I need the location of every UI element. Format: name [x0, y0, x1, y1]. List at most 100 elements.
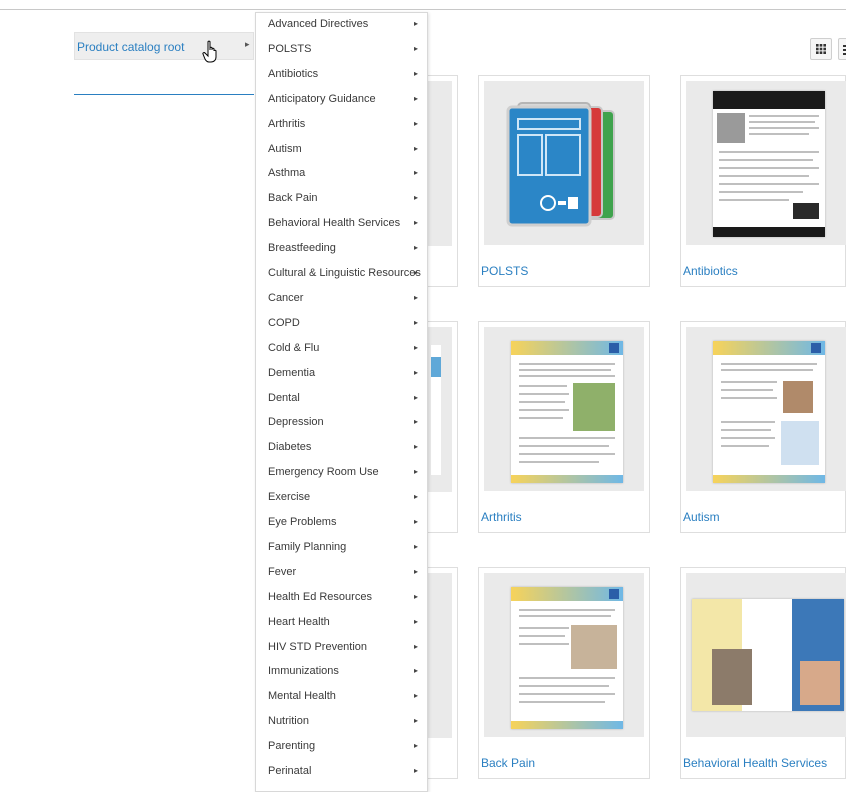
- menu-item-fever[interactable]: Fever ▸: [256, 561, 427, 585]
- caret-right-icon: ▸: [414, 517, 419, 526]
- flyer-image: [511, 587, 623, 729]
- product-thumbnail: [686, 327, 846, 491]
- menu-item-advanced-directives[interactable]: Advanced Directives ▸: [256, 13, 427, 37]
- menu-item-label: Immunizations: [268, 665, 339, 678]
- menu-item-label: Parenting: [268, 740, 316, 753]
- menu-item-label: Exercise: [268, 491, 311, 504]
- menu-item-immunizations[interactable]: Immunizations ▸: [256, 660, 427, 684]
- menu-item-cancer[interactable]: Cancer ▸: [256, 287, 427, 311]
- menu-item-dementia[interactable]: Dementia ▸: [256, 362, 427, 386]
- menu-item-label: Diabetes: [268, 441, 312, 454]
- menu-item-perinatal[interactable]: Perinatal ▸: [256, 760, 427, 784]
- menu-item-label: Eye Problems: [268, 516, 337, 528]
- grid-view-button[interactable]: [810, 38, 832, 60]
- menu-item-eye-problems[interactable]: Eye Problems ▸: [256, 511, 427, 535]
- product-tile-arthritis[interactable]: Arthritis: [478, 321, 650, 533]
- caret-right-icon: ▸: [414, 19, 419, 28]
- caret-right-icon: ▸: [414, 243, 419, 253]
- menu-item-label: Autism: [268, 142, 302, 155]
- menu-item-label: Mental Health: [268, 690, 336, 703]
- caret-right-icon: ▸: [414, 591, 419, 601]
- menu-item-arthritis[interactable]: Arthritis ▸: [256, 113, 427, 137]
- menu-item-back-pain[interactable]: Back Pain ▸: [256, 187, 427, 211]
- caret-right-icon: ▸: [414, 93, 419, 103]
- menu-item-label: POLSTS: [268, 42, 312, 55]
- catalog-root-label: Product catalog root: [77, 40, 185, 54]
- menu-item-autism[interactable]: Autism ▸: [256, 138, 427, 162]
- menu-item-label: Dental: [268, 391, 300, 404]
- product-tile-behavioral-health-services[interactable]: Behavioral Health Services: [680, 567, 846, 779]
- top-divider: [0, 9, 846, 10]
- flyer-image: [713, 341, 825, 483]
- menu-item-label: Back Pain: [268, 192, 318, 205]
- brochure-image: [692, 599, 844, 711]
- menu-item-cold-and-flu[interactable]: Cold & Flu ▸: [256, 337, 427, 361]
- caret-right-icon: ▸: [414, 442, 419, 452]
- product-tile-back-pain[interactable]: Back Pain: [478, 567, 650, 779]
- caret-right-icon: ▸: [414, 268, 419, 277]
- caret-right-icon: ▸: [414, 193, 419, 203]
- menu-item-behavioral-health-services[interactable]: Behavioral Health Services ▸: [256, 212, 427, 236]
- menu-item-family-planning[interactable]: Family Planning ▸: [256, 536, 427, 560]
- product-tile-autism[interactable]: Autism: [680, 321, 846, 533]
- menu-item-label: Asthma: [268, 167, 306, 180]
- menu-item-health-ed-resources[interactable]: Health Ed Resources ▸: [256, 586, 427, 610]
- menu-item-exercise[interactable]: Exercise ▸: [256, 486, 427, 510]
- menu-item-label: Anticipatory Guidance: [268, 92, 376, 105]
- list-view-button[interactable]: [838, 38, 846, 60]
- menu-item-label: Dementia: [268, 366, 316, 379]
- menu-item-depression[interactable]: Depression ▸: [256, 411, 427, 435]
- flyer-image: [511, 341, 623, 483]
- menu-item-label: COPD: [268, 316, 300, 329]
- caret-right-icon: ▸: [414, 467, 419, 477]
- catalog-root-button[interactable]: Product catalog root ▸: [74, 32, 254, 60]
- menu-item-anticipatory-guidance[interactable]: Anticipatory Guidance ▸: [256, 88, 427, 112]
- menu-item-label: Perinatal: [268, 765, 312, 777]
- menu-item-cultural-and-linguistic-resources[interactable]: Cultural & Linguistic Resources ▸: [256, 262, 427, 286]
- menu-item-asthma[interactable]: Asthma ▸: [256, 162, 427, 186]
- stacked-documents-icon: [506, 102, 615, 227]
- menu-item-hiv-std-prevention[interactable]: HIV STD Prevention ▸: [256, 636, 427, 660]
- caret-right-icon: ▸: [414, 68, 419, 78]
- menu-item-nutrition[interactable]: Nutrition ▸: [256, 710, 427, 734]
- menu-item-label: Cancer: [268, 291, 304, 304]
- menu-item-diabetes[interactable]: Diabetes ▸: [256, 436, 427, 460]
- menu-item-label: HIV STD Prevention: [268, 640, 368, 653]
- product-name: Antibiotics: [683, 264, 738, 278]
- menu-item-label: Behavioral Health Services: [268, 217, 401, 230]
- menu-item-emergency-room-use[interactable]: Emergency Room Use ▸: [256, 461, 427, 485]
- caret-right-icon: ▸: [414, 741, 419, 751]
- menu-item-label: Heart Health: [268, 615, 330, 628]
- grid-icon: [816, 44, 826, 54]
- menu-item-polsts[interactable]: POLSTS ▸: [256, 38, 427, 62]
- product-name: Autism: [683, 510, 720, 524]
- caret-right-icon: ▸: [414, 292, 419, 302]
- menu-item-parenting[interactable]: Parenting ▸: [256, 735, 427, 759]
- menu-item-antibiotics[interactable]: Antibiotics ▸: [256, 63, 427, 87]
- menu-item-label: Fever: [268, 565, 297, 578]
- menu-item-dental[interactable]: Dental ▸: [256, 387, 427, 411]
- menu-item-mental-health[interactable]: Mental Health ▸: [256, 685, 427, 709]
- product-tile-polsts[interactable]: POLSTS: [478, 75, 650, 287]
- menu-item-copd[interactable]: COPD ▸: [256, 312, 427, 336]
- catalog-underline: [74, 94, 254, 95]
- caret-right-icon: ▸: [414, 118, 419, 128]
- menu-item-breastfeeding[interactable]: Breastfeeding ▸: [256, 237, 427, 261]
- caret-right-icon: ▸: [414, 541, 419, 551]
- menu-item-heart-health[interactable]: Heart Health ▸: [256, 611, 427, 635]
- product-thumbnail: [484, 573, 644, 737]
- caret-right-icon: ▸: [414, 492, 419, 502]
- caret-right-icon: ▸: [414, 566, 419, 576]
- category-dropdown-menu: Advanced Directives ▸ POLSTS ▸ Antibiotics ▸ A…: [255, 12, 428, 792]
- menu-item-label: Advanced Directives: [268, 18, 369, 30]
- flyer-image: [713, 91, 825, 237]
- menu-item-label: Cold & Flu: [268, 341, 320, 354]
- menu-item-label: Antibiotics: [268, 67, 319, 80]
- caret-right-icon: ▸: [414, 616, 419, 626]
- product-tile-antibiotics[interactable]: Antibiotics: [680, 75, 846, 287]
- caret-right-icon: ▸: [414, 342, 419, 352]
- menu-item-label: Breastfeeding: [268, 242, 336, 255]
- product-name: Behavioral Health Services: [683, 756, 828, 770]
- caret-right-icon: ▸: [414, 367, 419, 377]
- hand-pointer-icon: [202, 40, 217, 63]
